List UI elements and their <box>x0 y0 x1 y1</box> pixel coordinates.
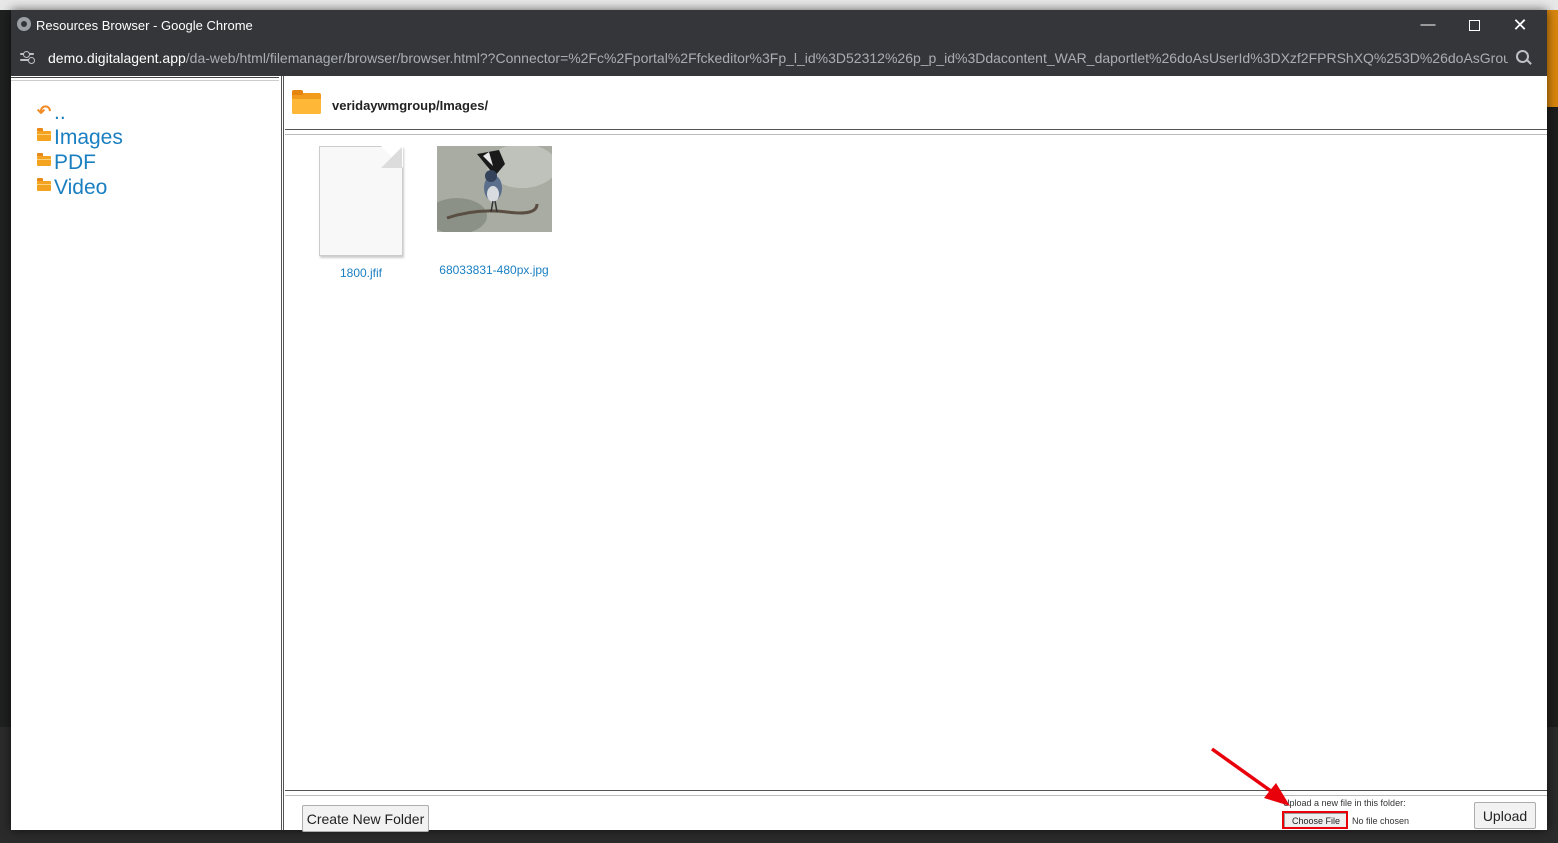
tree-item-images[interactable]: Images <box>37 125 123 150</box>
address-bar[interactable]: demo.digitalagent.app/da-web/html/filema… <box>11 40 1547 76</box>
create-new-folder-button[interactable]: Create New Folder <box>302 805 429 832</box>
file-list-panel: veridaywmgroup/Images/ 1800.jfif 6803383… <box>285 76 1547 832</box>
file-name-link[interactable]: 68033831-480px.jpg <box>433 263 555 277</box>
tree-item-label: .. <box>54 101 66 124</box>
no-file-status: No file chosen <box>1352 816 1410 826</box>
background-page-banner <box>1546 10 1558 107</box>
document-icon[interactable] <box>319 146 403 256</box>
file-item[interactable]: 68033831-480px.jpg <box>433 146 555 277</box>
file-grid: 1800.jfif 68033831-480px.jpg <box>285 146 1547 786</box>
resources-browser-window: Resources Browser - Google Chrome — ✕ de… <box>11 10 1547 832</box>
tree-item-label: Video <box>54 176 108 199</box>
window-title: Resources Browser - Google Chrome <box>36 18 253 33</box>
choose-file-button[interactable]: Choose File <box>1284 813 1348 828</box>
site-info-icon[interactable] <box>20 51 36 65</box>
panel-divider <box>11 77 279 81</box>
file-name-link[interactable]: 1800.jfif <box>315 266 407 280</box>
background-page-top <box>0 0 1558 10</box>
current-path: veridaywmgroup/Images/ <box>332 98 489 113</box>
frame-divider <box>283 76 284 830</box>
folder-icon <box>37 128 51 142</box>
chrome-icon <box>17 17 31 31</box>
tree-item-pdf[interactable]: PDF <box>37 150 123 175</box>
tree-item-video[interactable]: Video <box>37 175 123 200</box>
tree-item-label: Images <box>54 126 123 149</box>
footer-toolbar: Create New Folder Upload a new file in t… <box>285 795 1547 832</box>
zoom-icon[interactable] <box>1516 50 1532 66</box>
current-path-bar: veridaywmgroup/Images/ <box>285 76 1547 128</box>
image-thumbnail[interactable] <box>436 146 552 232</box>
folder-icon <box>37 153 51 167</box>
tree-item-parent[interactable]: ↶.. <box>37 100 123 125</box>
tree-item-label: PDF <box>54 151 96 174</box>
upload-button[interactable]: Upload <box>1474 802 1536 829</box>
minimize-button[interactable]: — <box>1405 10 1451 40</box>
file-item[interactable]: 1800.jfif <box>315 146 407 280</box>
folder-icon <box>37 178 51 192</box>
close-button[interactable]: ✕ <box>1497 10 1543 40</box>
path-divider <box>285 129 1547 135</box>
background-page-left <box>0 10 11 727</box>
folder-tree: ↶.. Images PDF Video <box>37 100 123 200</box>
open-folder-icon <box>292 90 321 114</box>
maximize-button[interactable] <box>1451 10 1497 40</box>
url-path: /da-web/html/filemanager/browser/browser… <box>185 50 1508 66</box>
file-browser: ↶.. Images PDF Video veridaywmgroup/Imag <box>11 76 1547 832</box>
background-page-body <box>1546 107 1558 727</box>
url-domain: demo.digitalagent.app <box>48 50 186 66</box>
upload-instructions: Upload a new file in this folder: <box>1283 798 1406 808</box>
back-arrow-icon: ↶ <box>37 101 52 121</box>
url-text[interactable]: demo.digitalagent.app/da-web/html/filema… <box>48 50 1508 66</box>
window-titlebar[interactable]: Resources Browser - Google Chrome — ✕ <box>11 10 1547 40</box>
folder-tree-panel: ↶.. Images PDF Video <box>11 76 282 830</box>
maximize-icon <box>1468 19 1480 31</box>
